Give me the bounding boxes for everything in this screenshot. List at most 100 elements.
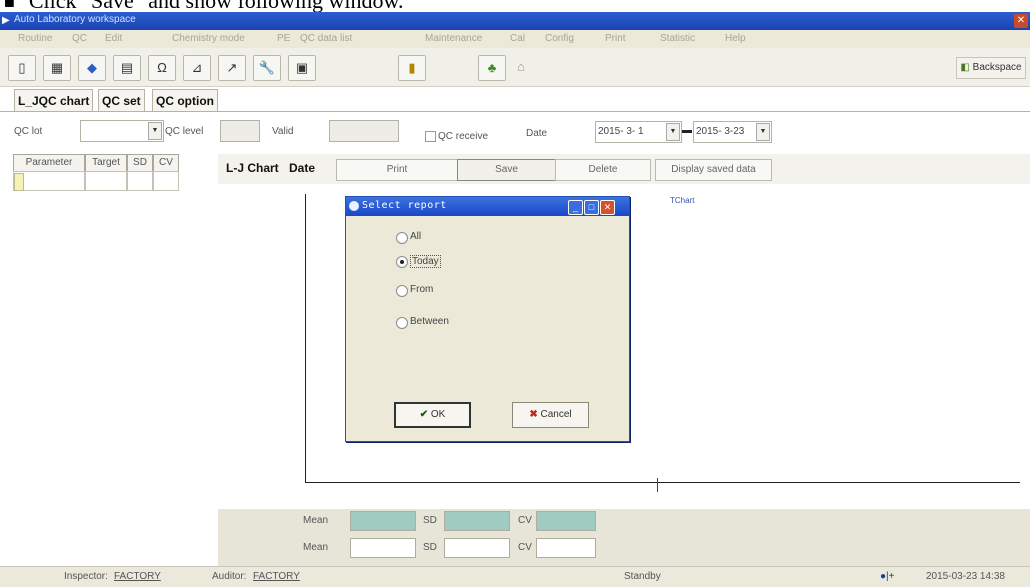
inspector-label: Inspector: (64, 571, 108, 582)
chart-icon[interactable]: ⊿ (183, 55, 211, 81)
menu-qc[interactable]: QC (72, 33, 87, 44)
cell-cv (153, 171, 179, 191)
app-icon: ▶ (2, 15, 10, 26)
menu-cal[interactable]: Cal (510, 33, 525, 44)
sd-label-2: SD (423, 542, 437, 553)
door-icon[interactable]: ▮ (398, 55, 426, 81)
folder-icon[interactable]: ▯ (8, 55, 36, 81)
dialog-titlebar[interactable]: Select report _ □ ✕ (346, 197, 629, 216)
radio-all[interactable] (396, 232, 408, 244)
chart-x-axis (305, 482, 1020, 483)
plant-icon[interactable]: ♣ (478, 55, 506, 81)
col-sd[interactable]: SD (127, 154, 153, 172)
sd-input[interactable] (444, 538, 510, 558)
table-icon[interactable]: ▤ (113, 55, 141, 81)
menu-maintenance[interactable]: Maintenance (425, 33, 482, 44)
diamond-icon[interactable]: ◆ (78, 55, 106, 81)
toolbar: ▯ ▦ ◆ ▤ Ω ⊿ ↗ 🔧 ▣ ▮ ♣ ⌂ ◧ Backspace (0, 48, 1030, 87)
col-cv[interactable]: CV (153, 154, 179, 172)
menu-qc-data-list[interactable]: QC data list (300, 33, 352, 44)
chevron-down-icon[interactable]: ▼ (756, 123, 770, 141)
mouse-icon[interactable]: ⌂ (508, 55, 534, 79)
cell-sd (127, 171, 153, 191)
col-parameter[interactable]: Parameter (13, 154, 85, 172)
tab-qc-set[interactable]: QC set (98, 89, 145, 112)
row-selector[interactable] (14, 173, 24, 191)
menu-pe[interactable]: PE (277, 33, 290, 44)
status-text: Standby (624, 571, 661, 582)
col-target[interactable]: Target (85, 154, 127, 172)
cancel-x-icon: ✖ (529, 409, 541, 420)
date-label: Date (526, 128, 548, 139)
display-saved-data-button[interactable]: Display saved data (655, 159, 772, 181)
date-from-field[interactable]: 2015- 3- 1 ▼ (595, 121, 682, 143)
radio-between[interactable] (396, 317, 408, 329)
ok-label: OK (430, 409, 446, 420)
ok-button[interactable]: ✔ OK (394, 402, 471, 428)
chevron-down-icon[interactable]: ▼ (148, 122, 162, 140)
menu-bar: Routine QC Edit Chemistry mode PE QC dat… (0, 30, 1030, 49)
grid-icon[interactable]: ▦ (43, 55, 71, 81)
date-to-value: 2015- 3-23 (696, 126, 745, 137)
qc-lot-select[interactable]: ▼ (80, 120, 164, 142)
menu-config[interactable]: Config (545, 33, 574, 44)
select-report-dialog: Select report _ □ ✕ All Today From Betwe… (345, 196, 630, 442)
dialog-title: Select report (362, 200, 447, 211)
tab-divider (0, 111, 1030, 112)
delete-button[interactable]: Delete (555, 159, 651, 181)
backspace-label: Backspace (972, 62, 1022, 73)
cv-value-field (536, 511, 596, 531)
date-to-field[interactable]: 2015- 3-23 ▼ (693, 121, 772, 143)
check-icon: ✔ (419, 409, 431, 420)
qc-lot-label: QC lot (14, 126, 43, 137)
menu-routine[interactable]: Routine (18, 33, 52, 44)
printer-icon[interactable]: ▣ (288, 55, 316, 81)
maximize-icon[interactable]: □ (584, 200, 599, 215)
chart-y-axis (305, 194, 306, 483)
radio-today[interactable] (396, 256, 408, 268)
chevron-down-icon[interactable]: ▼ (666, 123, 680, 141)
qc-receive-checkbox[interactable] (425, 131, 436, 142)
menu-chemistry-mode[interactable]: Chemistry mode (172, 33, 245, 44)
network-icon[interactable]: ●|+ (880, 571, 894, 582)
tab-ljqc-chart[interactable]: L_JQC chart (14, 89, 94, 112)
mean-input[interactable] (350, 538, 416, 558)
chart-title: TChart (670, 196, 695, 205)
auditor-value: FACTORY (253, 571, 300, 582)
close-icon[interactable]: ✕ (600, 200, 615, 215)
menu-print[interactable]: Print (605, 33, 626, 44)
close-icon[interactable]: ✕ (1014, 14, 1028, 28)
menu-help[interactable]: Help (725, 33, 746, 44)
cursor-icon[interactable]: ↗ (218, 55, 246, 81)
tab-qc-option[interactable]: QC option (152, 89, 218, 112)
cv-label-2: CV (518, 542, 532, 553)
valid-label: Valid (272, 126, 294, 137)
chart-header-bar: L-J Chart Date Print Save Delete Display… (218, 154, 1030, 184)
valid-field (329, 120, 399, 142)
cell-target (85, 171, 127, 191)
print-button[interactable]: Print (336, 159, 458, 181)
omega-icon[interactable]: Ω (148, 55, 176, 81)
caption-text: Click "Save" and show following window. (29, 0, 404, 12)
date-column-label: Date (289, 161, 316, 175)
mean-label: Mean (303, 515, 329, 526)
menu-edit[interactable]: Edit (105, 33, 122, 44)
radio-from[interactable] (396, 285, 408, 297)
cv-input[interactable] (536, 538, 596, 558)
date-range-dash (682, 130, 692, 133)
save-button[interactable]: Save (457, 159, 556, 181)
cv-label: CV (518, 515, 532, 526)
minimize-icon[interactable]: _ (568, 200, 583, 215)
parameter-table-header: Parameter Target SD CV (13, 154, 215, 172)
table-row[interactable] (13, 171, 215, 191)
cancel-button[interactable]: ✖ Cancel (512, 402, 589, 428)
wrench-icon[interactable]: 🔧 (253, 55, 281, 81)
document-caption: ■ Click "Save" and show following window. (0, 0, 1030, 12)
sd-value-field (444, 511, 510, 531)
radio-all-label: All (410, 231, 422, 242)
qc-receive-label: QC receive (438, 131, 489, 142)
sd-label: SD (423, 515, 437, 526)
menu-statistic[interactable]: Statistic (660, 33, 695, 44)
backspace-button[interactable]: ◧ Backspace (956, 57, 1026, 79)
chart-x-tick (657, 478, 658, 492)
